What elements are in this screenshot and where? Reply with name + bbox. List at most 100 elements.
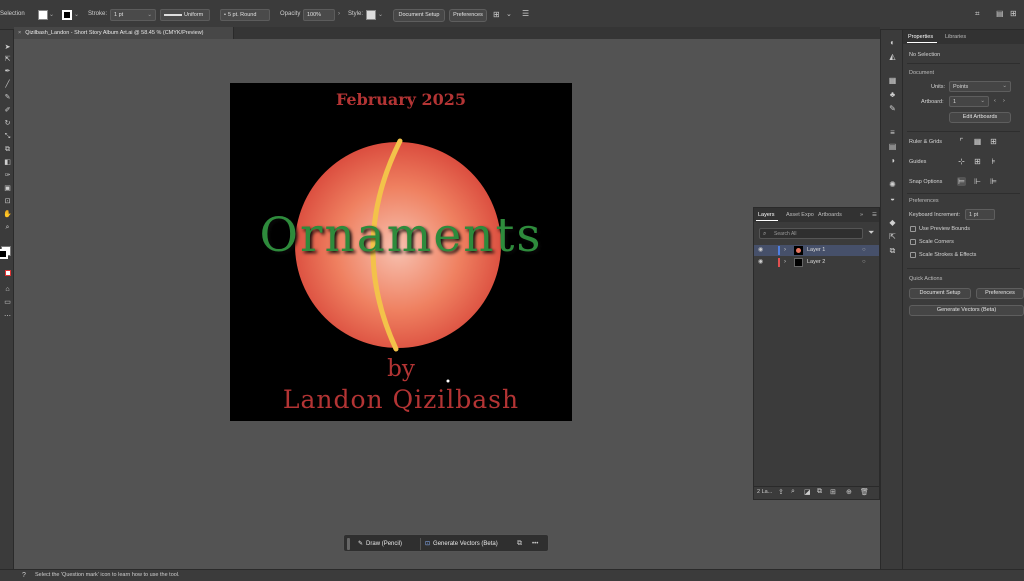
selection-tool-icon[interactable]: ➤ [3, 43, 12, 52]
layers-icon[interactable]: ◆ [888, 218, 897, 227]
artboard-select[interactable]: 1 ⌄ [949, 96, 989, 107]
grid-icon[interactable]: ▦ [973, 137, 982, 146]
stroke-panel-icon[interactable]: ≡ [888, 128, 897, 137]
more-tools-icon[interactable]: ⋯ [3, 312, 12, 321]
color-guide-icon[interactable]: ◭ [888, 52, 897, 61]
smart-guides-icon[interactable]: ⊧ [989, 157, 998, 166]
generate-vectors-button[interactable]: ⊡ Generate Vectors (Beta) [425, 538, 498, 550]
brushes-icon[interactable]: ✎ [888, 104, 897, 113]
fill-dropdown-icon[interactable]: ⌄ [49, 11, 54, 18]
artboard-next-icon[interactable]: › [1003, 98, 1005, 104]
visibility-eye-icon[interactable]: ◉ [758, 257, 763, 268]
width-tool-icon[interactable]: ⧉ [3, 145, 12, 154]
layer-name[interactable]: Layer 2 [807, 257, 825, 268]
arrange-documents-icon[interactable]: ▤ [996, 9, 1004, 18]
stroke-dropdown-icon[interactable]: ⌄ [74, 11, 79, 18]
artboards-icon[interactable]: ⧉ [888, 246, 897, 255]
grid-icon[interactable]: ⊞ [1010, 9, 1017, 18]
ruler-icon[interactable]: ⌜ [957, 137, 966, 146]
units-select[interactable]: Points ⌄ [949, 81, 1011, 92]
scale-corners-checkbox[interactable] [910, 239, 916, 245]
arrange-icon[interactable]: ⊞ [493, 10, 500, 19]
hand-tool-icon[interactable]: ✋ [3, 210, 12, 219]
panel-menu-icon[interactable]: ☰ [522, 9, 529, 18]
draw-mode-icon[interactable]: ⌂ [3, 285, 12, 294]
layers-search-field[interactable]: ⌕ Search All [759, 228, 863, 239]
clipping-mask-icon[interactable]: ◪ [804, 488, 811, 496]
trash-icon[interactable]: 🗑 [860, 488, 869, 496]
use-preview-bounds-checkbox[interactable] [910, 226, 916, 232]
close-icon[interactable]: × [18, 30, 21, 36]
document-setup-button[interactable]: Document Setup [909, 288, 971, 299]
tab-artboards[interactable]: Artboards [818, 212, 842, 218]
gradient-tool-icon[interactable]: ▣ [3, 184, 12, 193]
expand-icon[interactable]: ⌗ [975, 9, 980, 19]
document-tab[interactable]: × Qizilbash_Landon - Short Story Album Ar… [14, 27, 234, 39]
transparency-icon[interactable]: ◑ [888, 156, 897, 165]
artboard-tool-icon[interactable]: ⊡ [3, 197, 12, 206]
pixel-grid-icon[interactable]: ⊞ [989, 137, 998, 146]
artboard[interactable]: February 2025 Ornaments by Landon Qizilb… [230, 83, 572, 421]
gradient-panel-icon[interactable]: ▤ [888, 142, 897, 151]
add-icon[interactable]: ⊕ [846, 488, 852, 496]
preferences-button[interactable]: Preferences [976, 288, 1024, 299]
target-circle-icon[interactable]: ○ [862, 245, 866, 256]
eyedropper-tool-icon[interactable]: ✑ [3, 171, 12, 180]
chevron-down-icon[interactable]: ⌄ [506, 10, 512, 18]
collapse-icon[interactable]: » [860, 212, 863, 218]
tab-properties[interactable]: Properties [908, 34, 933, 40]
visibility-eye-icon[interactable]: ◉ [758, 245, 763, 256]
style-dropdown-icon[interactable]: ⌄ [378, 11, 383, 18]
symbols-icon[interactable]: ♣ [888, 90, 897, 99]
drag-handle[interactable] [347, 538, 350, 550]
history-icon[interactable]: ⧉ [517, 538, 522, 550]
tab-libraries[interactable]: Libraries [945, 34, 966, 40]
preferences-button[interactable]: Preferences [449, 9, 487, 22]
locate-object-icon[interactable]: ⌕ [791, 488, 795, 496]
zoom-tool-icon[interactable]: ⌕ [3, 223, 12, 232]
brush-select[interactable]: • 5 pt. Round [220, 9, 270, 21]
fill-swatch[interactable] [38, 10, 48, 20]
screen-mode-icon[interactable]: ▭ [3, 298, 12, 307]
new-sublayer-icon[interactable]: ⧉ [817, 488, 822, 496]
new-layer-icon[interactable]: ⊞ [830, 488, 836, 496]
style-swatch[interactable] [366, 10, 376, 20]
guides-show-icon[interactable]: ⊹ [957, 157, 966, 166]
snap-to-pixel-icon[interactable]: ⊫ [989, 177, 998, 186]
chevron-right-icon[interactable]: › [784, 257, 786, 268]
appearance-icon[interactable]: ✺ [888, 180, 897, 189]
snap-to-grid-icon[interactable]: ⊩ [973, 177, 982, 186]
chevron-right-icon[interactable]: › [784, 245, 786, 256]
rotate-tool-icon[interactable]: ↻ [3, 119, 12, 128]
guides-lock-icon[interactable]: ⊞ [973, 157, 982, 166]
layer-row[interactable]: ◉ › Layer 1 ○ [754, 245, 879, 256]
paintbrush-tool-icon[interactable]: ✎ [3, 93, 12, 102]
tab-layers[interactable]: Layers [758, 212, 775, 218]
snap-to-point-icon[interactable]: ⊨ [957, 177, 966, 186]
opacity-field[interactable]: 100% [303, 9, 335, 21]
scale-tool-icon[interactable]: ⤡ [3, 132, 12, 141]
tab-asset-export[interactable]: Asset Expo [786, 212, 814, 218]
layer-name[interactable]: Layer 1 [807, 245, 825, 256]
document-setup-button[interactable]: Document Setup [393, 9, 445, 22]
target-circle-icon[interactable]: ○ [862, 257, 866, 268]
artboard-prev-icon[interactable]: ‹ [994, 98, 996, 104]
question-mark-icon[interactable]: ? [22, 570, 26, 581]
generate-vectors-button[interactable]: Generate Vectors (Beta) [909, 305, 1024, 316]
layer-row[interactable]: ◉ › Layer 2 ○ [754, 257, 879, 268]
shape-builder-tool-icon[interactable]: ◧ [3, 158, 12, 167]
asset-export-icon[interactable]: ⇱ [888, 232, 897, 241]
stroke-weight-field[interactable]: 1 pt ⌄ [110, 9, 156, 21]
more-options-icon[interactable]: ••• [532, 538, 538, 550]
stroke-color-icon[interactable] [0, 249, 8, 259]
panel-menu-icon[interactable]: ☰ [872, 212, 877, 218]
opacity-arrow-icon[interactable]: › [338, 11, 340, 17]
direct-selection-tool-icon[interactable]: ⇱ [3, 55, 12, 64]
scale-strokes-checkbox[interactable] [910, 252, 916, 258]
stroke-profile-select[interactable]: Uniform [160, 9, 210, 21]
line-tool-icon[interactable]: ╱ [3, 80, 12, 89]
draw-pencil-button[interactable]: ✎ Draw (Pencil) [358, 538, 402, 550]
none-color-icon[interactable] [5, 270, 11, 276]
shaper-tool-icon[interactable]: ✐ [3, 106, 12, 115]
keyboard-increment-field[interactable]: 1 pt [965, 209, 995, 220]
